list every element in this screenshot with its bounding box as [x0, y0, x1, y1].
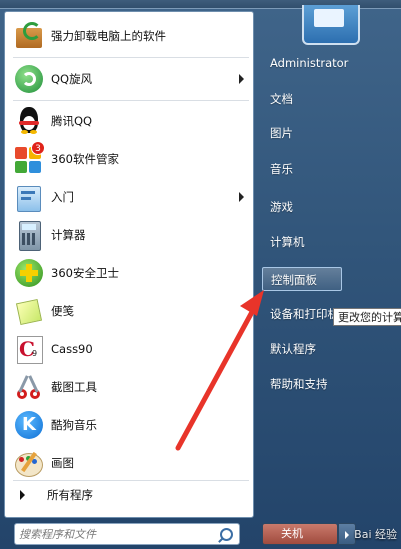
program-label: 360安全卫士 [51, 266, 119, 280]
divider [13, 480, 249, 481]
program-360-software-manager[interactable]: 3 360软件管家 [8, 141, 252, 177]
divider [13, 100, 249, 101]
program-360-security-guard[interactable]: 360安全卫士 [8, 255, 252, 291]
search-input[interactable] [19, 526, 209, 542]
right-item-user[interactable]: Administrator [262, 51, 382, 75]
program-tencent-qq[interactable]: 腾讯QQ [8, 103, 252, 139]
snipping-tool-icon [13, 371, 45, 403]
program-getting-started[interactable]: 入门 [8, 179, 252, 215]
all-programs-label: 所有程序 [47, 488, 93, 502]
program-sticky-notes[interactable]: 便笺 [8, 293, 252, 329]
program-label: 入门 [51, 190, 74, 204]
program-label: 截图工具 [51, 380, 97, 394]
calculator-icon [13, 219, 45, 251]
program-label: 腾讯QQ [51, 114, 93, 128]
program-label: 360软件管家 [51, 152, 119, 166]
program-kugou-music[interactable]: K 酷狗音乐 [8, 407, 252, 443]
uninstall-box-icon [13, 20, 45, 52]
program-snipping-tool[interactable]: 截图工具 [8, 369, 252, 405]
kugou-music-icon: K [13, 409, 45, 441]
360-security-guard-icon [13, 257, 45, 289]
submenu-arrow-icon [239, 192, 244, 202]
program-label: 强力卸载电脑上的软件 [51, 29, 166, 43]
user-picture[interactable] [302, 5, 360, 45]
badge-count: 3 [31, 141, 45, 155]
tooltip: 更改您的计算 [333, 308, 401, 326]
right-item-games[interactable]: 游戏 [262, 195, 382, 219]
shutdown-button[interactable]: 关机 [262, 523, 338, 545]
qq-penguin-icon [13, 105, 45, 137]
programs-panel: 强力卸载电脑上的软件 QQ旋风 腾讯QQ 3 360软件管家 入门 计算器 36… [4, 11, 254, 518]
right-item-documents[interactable]: 文档 [262, 87, 382, 111]
right-item-music[interactable]: 音乐 [262, 157, 382, 181]
program-uninstaller[interactable]: 强力卸载电脑上的软件 [8, 18, 252, 54]
program-label: 酷狗音乐 [51, 418, 97, 432]
program-label: 画图 [51, 456, 74, 470]
sticky-notes-icon [13, 295, 45, 327]
paint-icon [13, 447, 45, 479]
qq-whirlwind-icon [13, 63, 45, 95]
program-cass90[interactable]: C 9 Cass90 [8, 331, 252, 367]
program-label: Cass90 [51, 342, 93, 356]
getting-started-icon [13, 181, 45, 213]
divider [13, 57, 249, 58]
program-paint[interactable]: 画图 [8, 445, 252, 481]
triangle-right-icon [20, 490, 25, 500]
right-item-pictures[interactable]: 图片 [262, 121, 382, 145]
360-software-manager-icon: 3 [13, 141, 45, 175]
program-label: 计算器 [51, 228, 86, 242]
program-label: 便笺 [51, 304, 74, 318]
right-item-default-programs[interactable]: 默认程序 [262, 337, 382, 361]
right-item-help-support[interactable]: 帮助和支持 [262, 372, 382, 396]
right-item-computer[interactable]: 计算机 [262, 230, 382, 254]
search-icon[interactable] [220, 528, 233, 541]
submenu-arrow-icon [239, 74, 244, 84]
program-label: QQ旋风 [51, 72, 93, 86]
start-menu: 强力卸载电脑上的软件 QQ旋风 腾讯QQ 3 360软件管家 入门 计算器 36… [0, 5, 401, 549]
program-calculator[interactable]: 计算器 [8, 217, 252, 253]
search-box[interactable] [14, 523, 240, 545]
watermark: Bai 经验 [354, 528, 397, 541]
right-item-control-panel[interactable]: 控制面板 [262, 267, 342, 291]
program-qq-whirlwind[interactable]: QQ旋风 [8, 61, 252, 97]
all-programs-button[interactable]: 所有程序 [8, 482, 252, 508]
cass90-icon: C 9 [13, 333, 45, 365]
